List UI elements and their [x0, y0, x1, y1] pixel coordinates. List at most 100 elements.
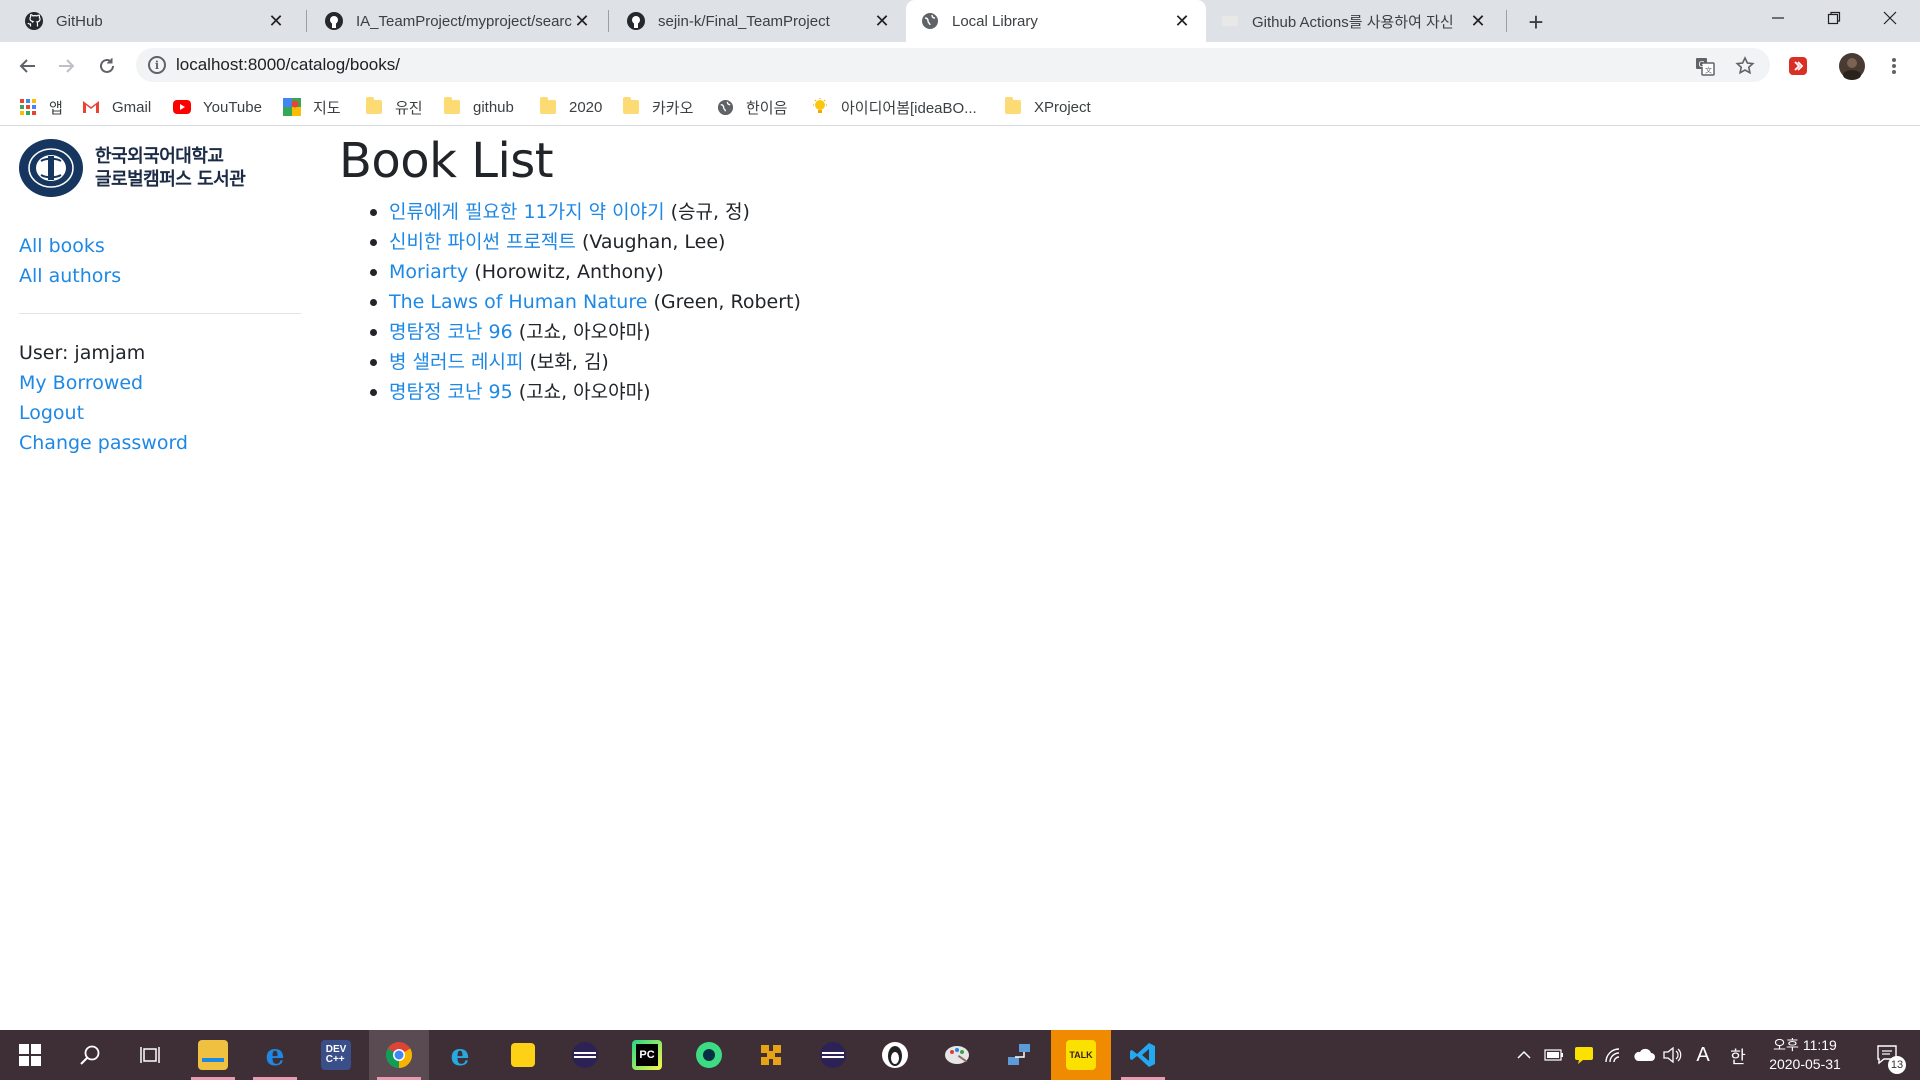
cloud-icon — [1634, 1048, 1655, 1061]
bookmark-folder-github[interactable]: github — [443, 94, 514, 120]
taskbar-pycharm[interactable]: PC — [617, 1030, 677, 1080]
all-authors-link[interactable]: All authors — [19, 265, 121, 287]
menu-button[interactable] — [1878, 50, 1910, 82]
bookmark-folder-kakao[interactable]: 카카오 — [622, 94, 693, 120]
book-title-link[interactable]: The Laws of Human Nature — [389, 291, 647, 313]
sidebar: 한국외국어대학교 글로벌캠퍼스 도서관 All books All author… — [19, 139, 301, 458]
book-title-link[interactable]: 명탐정 코난 96 — [389, 321, 513, 343]
back-button[interactable] — [12, 50, 44, 82]
new-tab-button[interactable]: + — [1520, 6, 1552, 38]
bookmark-label: Gmail — [112, 98, 152, 116]
book-list: 인류에게 필요한 11가지 약 이야기 (승규, 정) 신비한 파이썬 프로젝트… — [339, 197, 801, 407]
taskbar-sticky-notes[interactable] — [493, 1030, 553, 1080]
taskbar-edge[interactable]: e — [245, 1030, 305, 1080]
url-text[interactable]: localhost:8000/catalog/books/ — [176, 48, 400, 82]
taskbar-kakaotalk[interactable]: TALK — [1051, 1030, 1111, 1080]
book-list-item: 명탐정 코난 95 (고쇼, 아오야마) — [370, 377, 801, 407]
book-title-link[interactable]: 명탐정 코난 95 — [389, 381, 513, 403]
taskbar-app-penguin[interactable] — [865, 1030, 925, 1080]
speaker-icon — [1663, 1047, 1682, 1063]
close-tab-icon[interactable]: ✕ — [1468, 11, 1488, 31]
wifi-tray-icon[interactable] — [1600, 1030, 1628, 1080]
bookmark-haneum[interactable]: 한이음 — [716, 94, 787, 120]
taskbar-android-studio[interactable] — [679, 1030, 739, 1080]
change-password-link[interactable]: Change password — [19, 432, 188, 454]
taskbar-eclipse-2[interactable] — [803, 1030, 863, 1080]
sidebar-item-all-authors: All authors — [19, 261, 301, 291]
taskbar-paint[interactable] — [927, 1030, 987, 1080]
bookmark-gmail[interactable]: Gmail — [82, 94, 151, 120]
book-title-link[interactable]: Moriarty — [389, 261, 468, 283]
paint-icon — [945, 1046, 969, 1064]
bookmark-star-icon[interactable] — [1734, 55, 1756, 77]
forward-button[interactable] — [50, 50, 82, 82]
profile-avatar[interactable] — [1836, 50, 1868, 82]
extension-button[interactable] — [1782, 50, 1814, 82]
close-tab-icon[interactable]: ✕ — [572, 11, 592, 31]
close-tab-icon[interactable]: ✕ — [872, 11, 892, 31]
tab-ia-teamproject[interactable]: IA_TeamProject/myproject/search ✕ — [310, 0, 606, 42]
library-logo[interactable]: 한국외국어대학교 글로벌캠퍼스 도서관 — [19, 139, 301, 197]
clock-date: 2020-05-31 — [1769, 1056, 1841, 1072]
onedrive-tray-icon[interactable] — [1630, 1030, 1658, 1080]
show-hidden-icons-button[interactable] — [1512, 1030, 1536, 1080]
close-window-button[interactable] — [1862, 0, 1918, 36]
battery-tray-icon[interactable] — [1540, 1030, 1568, 1080]
bookmark-apps[interactable]: 앱 — [19, 94, 63, 120]
bookmark-folder-yujin[interactable]: 유진 — [365, 94, 423, 120]
university-seal-icon — [19, 139, 83, 197]
tab-github[interactable]: GitHub ✕ — [10, 0, 300, 42]
action-center-button[interactable]: 13 — [1866, 1030, 1910, 1080]
eclipse-icon — [572, 1042, 598, 1068]
close-tab-icon[interactable]: ✕ — [1172, 11, 1192, 31]
android-studio-icon — [696, 1042, 722, 1068]
eclipse-icon — [820, 1042, 846, 1068]
volume-tray-icon[interactable] — [1658, 1030, 1686, 1080]
taskbar-chrome[interactable] — [369, 1030, 429, 1080]
ime-mode-indicator[interactable]: 한 — [1724, 1030, 1752, 1080]
folder-icon — [1004, 97, 1022, 116]
kakaotalk-tray-icon[interactable] — [1570, 1030, 1598, 1080]
search-button[interactable] — [60, 1030, 120, 1080]
avatar — [1839, 53, 1865, 80]
taskbar-devcpp[interactable]: DEV C++ — [306, 1030, 366, 1080]
taskbar-vscode[interactable] — [1113, 1030, 1173, 1080]
tab-github-actions[interactable]: Github Actions를 사용하여 자신 ✕ — [1206, 0, 1502, 42]
reload-button[interactable] — [91, 50, 123, 82]
github-icon — [324, 11, 344, 31]
taskbar-app-yellow[interactable] — [741, 1030, 801, 1080]
tab-final-teamproject[interactable]: sejin-k/Final_TeamProject ✕ — [612, 0, 906, 42]
translate-icon[interactable]: G文 — [1694, 55, 1716, 77]
taskbar-eclipse[interactable] — [555, 1030, 615, 1080]
bookmark-label: 앱 — [49, 99, 63, 117]
bookmark-youtube[interactable]: YouTube — [173, 94, 262, 120]
bookmark-folder-2020[interactable]: 2020 — [539, 94, 602, 120]
taskbar-internet-explorer[interactable]: e — [430, 1030, 490, 1080]
start-button[interactable] — [0, 1030, 60, 1080]
book-title-link[interactable]: 인류에게 필요한 11가지 약 이야기 — [389, 201, 665, 223]
address-bar[interactable]: i localhost:8000/catalog/books/ G文 — [136, 48, 1770, 82]
bookmark-ideabom[interactable]: 아이디어봄[ideaBO... — [811, 94, 977, 120]
bookmark-folder-xproject[interactable]: XProject — [1004, 94, 1091, 120]
book-title-link[interactable]: 병 샐러드 레시피 — [389, 351, 523, 373]
my-borrowed-link[interactable]: My Borrowed — [19, 372, 143, 394]
tab-local-library[interactable]: Local Library ✕ — [906, 0, 1206, 42]
book-title-link[interactable]: 신비한 파이썬 프로젝트 — [389, 231, 576, 253]
taskbar-file-explorer[interactable] — [183, 1030, 243, 1080]
minimize-button[interactable] — [1750, 0, 1806, 36]
restore-button[interactable] — [1806, 0, 1862, 36]
ime-language-indicator[interactable]: A — [1690, 1030, 1716, 1080]
sidebar-item-my-borrowed: My Borrowed — [19, 368, 301, 398]
apps-grid-icon — [19, 98, 37, 116]
site-info-icon[interactable]: i — [148, 56, 166, 74]
gmail-icon — [82, 98, 100, 116]
tab-title: sejin-k/Final_TeamProject — [658, 12, 830, 30]
all-books-link[interactable]: All books — [19, 235, 105, 257]
user-menu: User: jamjam My Borrowed Logout Change p… — [19, 338, 301, 458]
bookmark-maps[interactable]: 지도 — [283, 94, 341, 120]
taskbar-network-app[interactable] — [989, 1030, 1049, 1080]
task-view-button[interactable] — [120, 1030, 180, 1080]
logout-link[interactable]: Logout — [19, 402, 84, 424]
close-tab-icon[interactable]: ✕ — [266, 11, 286, 31]
taskbar-clock[interactable]: 오후 11:19 2020-05-31 — [1760, 1036, 1850, 1074]
